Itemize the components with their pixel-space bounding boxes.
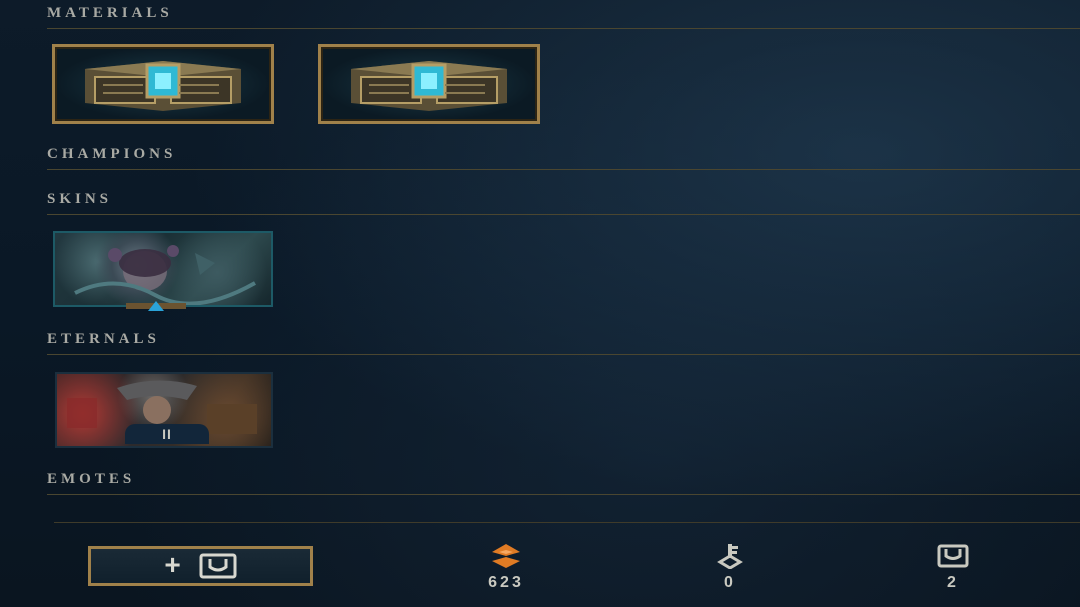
section-title-skins: SKINS: [47, 191, 113, 207]
chest-counter: 2: [913, 543, 993, 592]
orange-essence-icon: [492, 544, 520, 568]
skin-shard-icon: [74, 245, 256, 305]
orange-essence-value: 623: [488, 574, 524, 591]
chest-icon: [937, 544, 969, 568]
section-title-materials: MATERIALS: [47, 5, 173, 21]
key-value: 0: [724, 574, 736, 591]
footer-divider: [54, 522, 1080, 523]
eternal-item-1[interactable]: II: [55, 372, 273, 448]
section-emotes: EMOTES: [47, 468, 1080, 495]
section-title-eternals: ETERNALS: [47, 331, 160, 347]
orange-essence-counter: 623: [466, 543, 546, 592]
hextech-chest-icon: [85, 61, 241, 111]
section-title-champions: CHAMPIONS: [47, 146, 177, 162]
section-title-emotes: EMOTES: [47, 471, 136, 487]
section-eternals: ETERNALS: [47, 328, 1080, 355]
material-item-1[interactable]: [52, 44, 274, 124]
hextech-chest-icon: [351, 61, 507, 111]
plus-icon: +: [164, 548, 181, 580]
skin-item-1[interactable]: [53, 231, 273, 307]
section-skins: SKINS: [47, 188, 1080, 215]
chest-icon: [199, 553, 237, 579]
key-icon: [717, 544, 743, 569]
material-item-2[interactable]: [318, 44, 540, 124]
key-counter: 0: [690, 543, 770, 592]
craft-chest-button[interactable]: +: [88, 546, 313, 586]
chest-value: 2: [947, 574, 959, 591]
eternal-series-badge: II: [125, 424, 209, 444]
section-materials: MATERIALS: [47, 2, 1080, 29]
rarity-marker-icon: [126, 301, 186, 311]
section-champions: CHAMPIONS: [47, 143, 1080, 170]
